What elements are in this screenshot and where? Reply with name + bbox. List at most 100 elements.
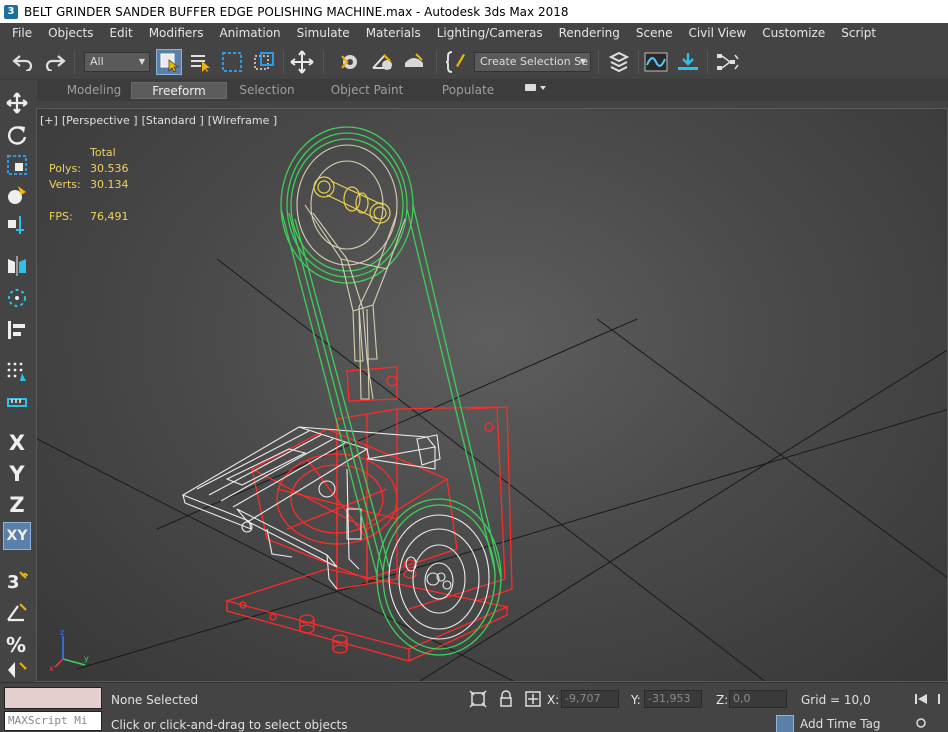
stats-header: Total bbox=[90, 146, 116, 159]
array-icon[interactable] bbox=[3, 284, 31, 312]
gizmo-z-label: z bbox=[60, 628, 64, 637]
edit-named-selections-icon[interactable] bbox=[443, 49, 469, 75]
go-to-start-icon[interactable] bbox=[912, 690, 930, 708]
layer-explorer-icon[interactable] bbox=[606, 49, 632, 75]
percent-snap-toggle-icon[interactable]: % bbox=[3, 630, 31, 658]
move-icon[interactable] bbox=[289, 49, 315, 75]
rectangular-region-icon[interactable] bbox=[219, 49, 245, 75]
measure-icon[interactable] bbox=[3, 388, 31, 416]
y-coord-label: Y: bbox=[631, 693, 641, 707]
viewport-shading-menu[interactable]: [Standard ] bbox=[142, 114, 204, 127]
scale-icon[interactable] bbox=[3, 151, 31, 179]
viewport-plus-menu[interactable]: [+] bbox=[40, 114, 58, 127]
menu-objects[interactable]: Objects bbox=[40, 23, 101, 44]
axis-x-button[interactable]: X bbox=[3, 429, 31, 457]
select-by-name-icon[interactable] bbox=[187, 49, 213, 75]
align-icon[interactable] bbox=[675, 49, 701, 75]
angle-snap-toggle-icon[interactable] bbox=[3, 598, 31, 626]
svg-text:%: % bbox=[6, 633, 26, 655]
axis-xy-button[interactable]: XY bbox=[3, 522, 31, 550]
tab-populate[interactable]: Populate bbox=[437, 82, 499, 99]
menu-modifiers[interactable]: Modifiers bbox=[141, 23, 212, 44]
place-icon[interactable] bbox=[3, 181, 31, 209]
isolate-selection-icon[interactable] bbox=[468, 689, 488, 709]
axis-gizmo: y x z bbox=[49, 628, 89, 673]
left-command-strip: X Y Z XY 3 % bbox=[0, 80, 35, 682]
key-mode-icon[interactable] bbox=[912, 714, 930, 732]
red-frame bbox=[224, 366, 513, 662]
menu-customize[interactable]: Customize bbox=[754, 23, 833, 44]
viewport-pov-menu[interactable]: [Perspective ] bbox=[62, 114, 138, 127]
snap-icon[interactable] bbox=[338, 49, 364, 75]
x-coord-field[interactable]: -9,707 bbox=[561, 690, 619, 708]
main-toolbar: All ▼ Create Selection Se ▼ bbox=[0, 44, 948, 80]
grid-snap-icon[interactable] bbox=[3, 358, 31, 386]
mirror-icon[interactable] bbox=[3, 252, 31, 280]
window-crossing-icon[interactable] bbox=[251, 49, 277, 75]
angle-snap-icon[interactable] bbox=[369, 49, 395, 75]
verts-value: 30.134 bbox=[90, 178, 129, 191]
ribbon-tabs: Modeling Freeform Selection Object Paint… bbox=[37, 80, 948, 101]
perspective-viewport[interactable]: y x z [+] [Perspective ] [Standard ] [Wiref… bbox=[36, 108, 948, 682]
rotate-icon[interactable] bbox=[3, 121, 31, 149]
schematic-icon[interactable] bbox=[714, 49, 740, 75]
spinner-snap-icon[interactable] bbox=[3, 660, 31, 680]
viewport-label: [+] [Perspective ] [Standard ] [Wireframe ] bbox=[40, 114, 281, 127]
z-coord-label: Z: bbox=[716, 693, 729, 707]
axis-y-button[interactable]: Y bbox=[3, 460, 31, 488]
percent-snap-icon[interactable] bbox=[401, 49, 427, 75]
maxscript-mini-listener[interactable]: MAXScript Mi bbox=[4, 711, 102, 731]
select-object-icon[interactable] bbox=[156, 49, 182, 75]
move-icon[interactable] bbox=[3, 89, 31, 117]
grid-size: Grid = 10,0 bbox=[801, 693, 871, 707]
y-coord-field[interactable]: -31,953 bbox=[644, 690, 702, 708]
menu-script[interactable]: Script bbox=[833, 23, 884, 44]
lock-icon[interactable] bbox=[497, 689, 515, 709]
ground-grid bbox=[37, 258, 947, 681]
maxscript-placeholder: MAXScript Mi bbox=[8, 714, 88, 727]
curve-editor-icon[interactable] bbox=[643, 49, 669, 75]
menu-edit[interactable]: Edit bbox=[101, 23, 140, 44]
tab-selection[interactable]: Selection bbox=[237, 82, 297, 99]
menu-materials[interactable]: Materials bbox=[358, 23, 429, 44]
status-bar: MAXScript Mi None Selected Click or clic… bbox=[0, 682, 948, 732]
menu-lighting-cameras[interactable]: Lighting/Cameras bbox=[429, 23, 551, 44]
previous-frame-icon[interactable] bbox=[937, 690, 948, 708]
verts-label: Verts: bbox=[49, 178, 81, 191]
menu-file[interactable]: File bbox=[0, 23, 40, 44]
axis-z-button[interactable]: Z bbox=[3, 491, 31, 519]
absolute-mode-icon[interactable] bbox=[524, 689, 542, 709]
redo-icon[interactable] bbox=[42, 49, 68, 75]
gizmo-y-label: y bbox=[84, 654, 89, 663]
viewport-display-menu[interactable]: [Wireframe ] bbox=[208, 114, 277, 127]
svg-text:3: 3 bbox=[7, 572, 20, 592]
chevron-down-icon: ▼ bbox=[138, 57, 145, 66]
tab-modeling[interactable]: Modeling bbox=[59, 82, 129, 99]
viewport-scene: y x z bbox=[37, 126, 947, 681]
selection-filter-dropdown[interactable]: All ▼ bbox=[84, 52, 150, 72]
maxscript-listener-output[interactable] bbox=[4, 687, 102, 709]
snap-3d-icon[interactable]: 3 bbox=[3, 567, 31, 595]
menu-bar: File Objects Edit Modifiers Animation Si… bbox=[0, 23, 948, 44]
title-bar: 3 BELT GRINDER SANDER BUFFER EDGE POLISH… bbox=[0, 0, 948, 23]
add-time-tag-button[interactable]: Add Time Tag bbox=[776, 714, 886, 732]
app-window: 3 BELT GRINDER SANDER BUFFER EDGE POLISH… bbox=[0, 0, 948, 732]
menu-civil-view[interactable]: Civil View bbox=[680, 23, 754, 44]
window-title: BELT GRINDER SANDER BUFFER EDGE POLISHIN… bbox=[24, 4, 569, 19]
menu-scene[interactable]: Scene bbox=[628, 23, 681, 44]
menu-simulate[interactable]: Simulate bbox=[289, 23, 358, 44]
drive-wheel bbox=[388, 514, 490, 640]
menu-animation[interactable]: Animation bbox=[211, 23, 288, 44]
time-tag-icon bbox=[776, 714, 794, 732]
ribbon-options-icon[interactable] bbox=[521, 82, 549, 99]
tab-freeform[interactable]: Freeform bbox=[131, 82, 227, 99]
undo-icon[interactable] bbox=[10, 49, 36, 75]
tab-object-paint[interactable]: Object Paint bbox=[327, 82, 407, 99]
polys-label: Polys: bbox=[49, 162, 81, 175]
menu-rendering[interactable]: Rendering bbox=[551, 23, 628, 44]
pivot-icon[interactable] bbox=[3, 211, 31, 239]
align-left-icon[interactable] bbox=[3, 316, 31, 344]
named-selection-dropdown[interactable]: Create Selection Se ▼ bbox=[474, 52, 591, 72]
z-coord-field[interactable]: 0,0 bbox=[729, 690, 787, 708]
prompt-line: Click or click-and-drag to select object… bbox=[111, 718, 348, 732]
